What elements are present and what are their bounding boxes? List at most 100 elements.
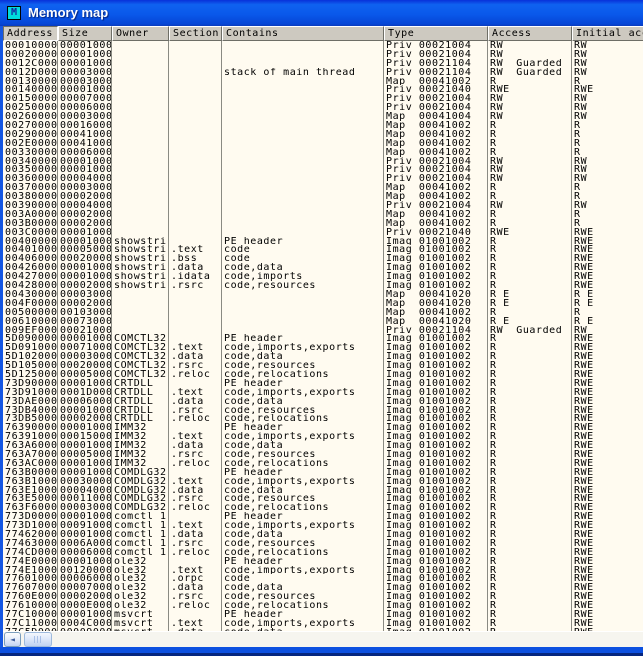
table-row[interactable]: 0035000000001000Priv 00021004RWRW (3, 165, 643, 174)
table-row[interactable]: 5D10500000020000COMCTL32.rsrccode,resour… (3, 361, 643, 370)
table-row[interactable]: 7746200000001000comctl_1.datacode,dataIm… (3, 530, 643, 539)
table-row[interactable]: 7639100000015000IMM32.textcode,imports,e… (3, 432, 643, 441)
table-row[interactable]: 73DB500000002000CRTDLL.reloccode,relocat… (3, 414, 643, 423)
table-row[interactable]: 0029000000041000Map 00041002RR (3, 130, 643, 139)
table-row[interactable]: 5D09100000071000COMCTL32.textcode,import… (3, 343, 643, 352)
table-row[interactable]: 0001000000001000Priv 00021004RWRW (3, 41, 643, 50)
column-header-address[interactable]: Address (3, 26, 58, 41)
cell-owner: CRTDLL (112, 397, 169, 406)
table-row[interactable]: 0040100000005000showstri.textcodeImag 01… (3, 245, 643, 254)
table-row[interactable]: 763E500000011000COMDLG32.rsrccode,resour… (3, 494, 643, 503)
table-row[interactable]: 5D12500000005000COMCTL32.reloccode,reloc… (3, 370, 643, 379)
cell-contains: code,resources (222, 281, 384, 290)
table-row[interactable]: 0040000000001000showstriPE headerImag 01… (3, 237, 643, 246)
cell-type: Imag 01001002 (384, 343, 488, 352)
column-header-section[interactable]: Section (169, 26, 222, 41)
column-header-size[interactable]: Size (58, 26, 112, 41)
cell-access: R (488, 450, 572, 459)
table-row[interactable]: 009EF00000021000Priv 00021104RW GuardedR… (3, 326, 643, 335)
cell-initial: RWE (572, 263, 643, 272)
horizontal-scrollbar[interactable]: ◄ (3, 631, 643, 647)
table-row[interactable]: 774630000006A000comctl_1.rsrccode,resour… (3, 539, 643, 548)
column-header-initial-access[interactable]: Initial acc (572, 26, 643, 41)
cell-contains: PE header (222, 237, 384, 246)
table-row[interactable]: 0040600000020000showstri.bsscodeImag 010… (3, 254, 643, 263)
table-row[interactable]: 0027000000016000Map 00041002RR (3, 121, 643, 130)
table-row[interactable]: 763A700000005000IMM32.rsrccode,resources… (3, 450, 643, 459)
table-row[interactable]: 0025000000006000Priv 00021004RWRW (3, 103, 643, 112)
table-row[interactable]: 0013000000003000Map 00041002RR (3, 77, 643, 86)
cell-contains (222, 201, 384, 210)
table-row[interactable]: 0037000000003000Map 00041002RR (3, 183, 643, 192)
table-row[interactable]: 77C1000000001000msvcrtPE headerImag 0100… (3, 610, 643, 619)
table-row[interactable]: 7760E00000002000ole32.rsrccode,resources… (3, 592, 643, 601)
table-row[interactable]: 0034000000001000Priv 00021004RWRW (3, 157, 643, 166)
cell-section (169, 201, 222, 210)
table-row[interactable]: 0042800000002000showstri.rsrccode,resour… (3, 281, 643, 290)
table-row[interactable]: 0043000000003000Map 00041020R ER E (3, 290, 643, 299)
cell-address: 00340000 (3, 157, 58, 166)
cell-section: .reloc (169, 548, 222, 557)
table-row[interactable]: 7639000000001000IMM32PE headerImag 01001… (3, 423, 643, 432)
table-row[interactable]: 5D10200000003000COMCTL32.datacode,dataIm… (3, 352, 643, 361)
cell-size: 00016000 (58, 121, 112, 130)
scroll-thumb[interactable] (24, 632, 52, 647)
table-row[interactable]: 776100000000E000ole32.reloccode,relocati… (3, 601, 643, 610)
cell-access: RW (488, 157, 572, 166)
table-row[interactable]: 763B100000030000COMDLG32.textcode,import… (3, 477, 643, 486)
table-row[interactable]: 774E100000120000ole32.textcode,imports,e… (3, 566, 643, 575)
cell-size: 00002000 (58, 414, 112, 423)
cell-access: R (488, 583, 572, 592)
table-row[interactable]: 773D000000001000comctl_1PE headerImag 01… (3, 512, 643, 521)
table-row[interactable]: 0014000000001000Priv 00021040RWERWE (3, 85, 643, 94)
table-row[interactable]: 73DAE00000006000CRTDLL.datacode,dataImag… (3, 397, 643, 406)
table-row[interactable]: 0036000000004000Priv 00021004RWRW (3, 174, 643, 183)
table-row[interactable]: 73D9000000001000CRTDLLPE headerImag 0100… (3, 379, 643, 388)
table-row[interactable]: 0042700000001000showstri.idatacode,impor… (3, 272, 643, 281)
table-row[interactable]: 0002000000001000Priv 00021004RWRW (3, 50, 643, 59)
table-row[interactable]: 0050000000103000Map 00041002RR (3, 308, 643, 317)
table-row[interactable]: 0033000000006000Map 00041002RR (3, 148, 643, 157)
table-row[interactable]: 0012D00000003000stack of main threadPriv… (3, 68, 643, 77)
cell-section (169, 112, 222, 121)
cell-initial: R (572, 219, 643, 228)
column-header-access[interactable]: Access (488, 26, 572, 41)
table-row[interactable]: 002E000000041000Map 00041002RR (3, 139, 643, 148)
table-row[interactable]: 77C110000004C000msvcrt.textcode,imports,… (3, 619, 643, 628)
table-row[interactable]: 0012C00000001000Priv 00021104RW GuardedR… (3, 59, 643, 68)
cell-access: RW (488, 165, 572, 174)
cell-size: 00001000 (58, 228, 112, 237)
cell-type: Imag 01001002 (384, 361, 488, 370)
table-row[interactable]: 763F600000003000COMDLG32.reloccode,reloc… (3, 503, 643, 512)
table-row[interactable]: 774CD00000006000comctl_1.reloccode,reloc… (3, 548, 643, 557)
column-header-contains[interactable]: Contains (222, 26, 384, 41)
cell-contains (222, 219, 384, 228)
window-titlebar[interactable]: M Memory map (0, 0, 643, 26)
table-row[interactable]: 763E100000004000COMDLG32.datacode,dataIm… (3, 486, 643, 495)
table-row[interactable]: 0042600000001000showstri.datacode,dataIm… (3, 263, 643, 272)
column-header-type[interactable]: Type (384, 26, 488, 41)
table-row[interactable]: 773D100000091000comctl_1.textcode,import… (3, 521, 643, 530)
table-row[interactable]: 0026000000003000Map 00041004RWRW (3, 112, 643, 121)
table-row[interactable]: 003B000000002000Map 00041002RR (3, 219, 643, 228)
table-row[interactable]: 0038000000002000Map 00041002RR (3, 192, 643, 201)
cell-section: .text (169, 477, 222, 486)
table-row[interactable]: 763AC00000001000IMM32.reloccode,relocati… (3, 459, 643, 468)
table-row[interactable]: 0015000000007000Priv 00021004RWRW (3, 94, 643, 103)
table-row[interactable]: 0061000000073000Map 00041020R ER E (3, 317, 643, 326)
table-row[interactable]: 003A000000002000Map 00041002RR (3, 210, 643, 219)
table-row[interactable]: 73DB400000001000CRTDLL.rsrccode,resource… (3, 406, 643, 415)
table-row[interactable]: 5D09000000001000COMCTL32PE headerImag 01… (3, 334, 643, 343)
column-header-owner[interactable]: Owner (112, 26, 169, 41)
table-row[interactable]: 774E000000001000ole32PE headerImag 01001… (3, 557, 643, 566)
table-row[interactable]: 7760700000007000ole32.datacode,dataImag … (3, 583, 643, 592)
table-row[interactable]: 763B000000001000COMDLG32PE headerImag 01… (3, 468, 643, 477)
scroll-left-button[interactable]: ◄ (4, 632, 21, 647)
table-row[interactable]: 003C000000001000Priv 00021040RWERWE (3, 228, 643, 237)
table-row[interactable]: 0039000000004000Priv 00021004RWRW (3, 201, 643, 210)
table-row[interactable]: 763A600000001000IMM32.datacode,dataImag … (3, 441, 643, 450)
table-row[interactable]: 004F000000002000Map 00041020R ER E (3, 299, 643, 308)
table-row[interactable]: 73D910000001D000CRTDLL.textcode,imports,… (3, 388, 643, 397)
cell-address: 73DAE000 (3, 397, 58, 406)
table-row[interactable]: 7760100000006000ole32.orpccodeImag 01001… (3, 574, 643, 583)
